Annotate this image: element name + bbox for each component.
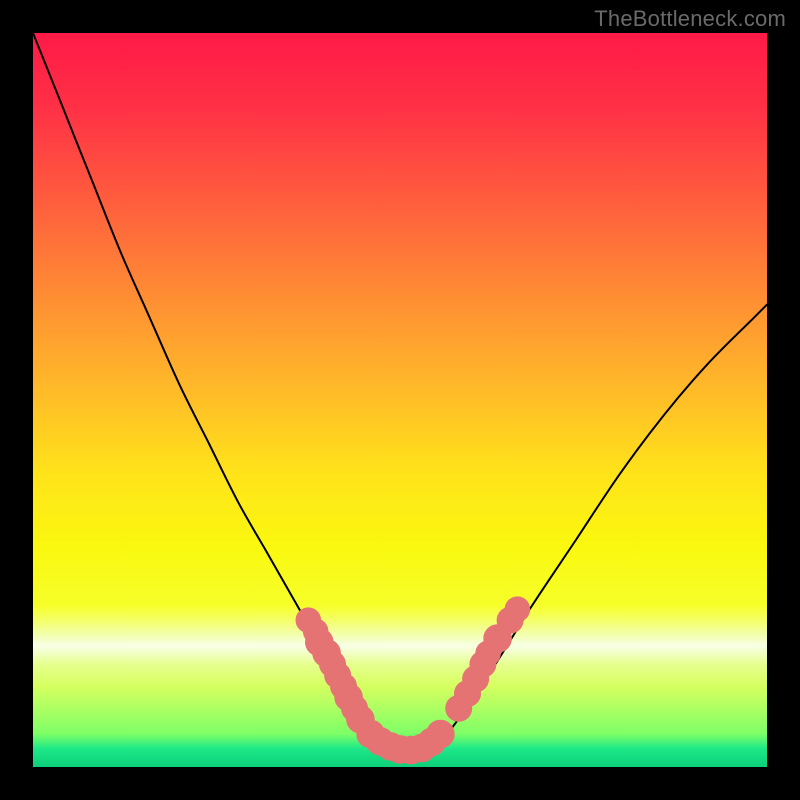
data-dot: [505, 596, 531, 622]
plot-area: [33, 33, 767, 767]
watermark-text: TheBottleneck.com: [594, 6, 786, 32]
chart-frame: TheBottleneck.com: [0, 0, 800, 800]
plot-svg: [33, 33, 767, 767]
data-dot: [426, 720, 455, 749]
gradient-background: [33, 33, 767, 767]
